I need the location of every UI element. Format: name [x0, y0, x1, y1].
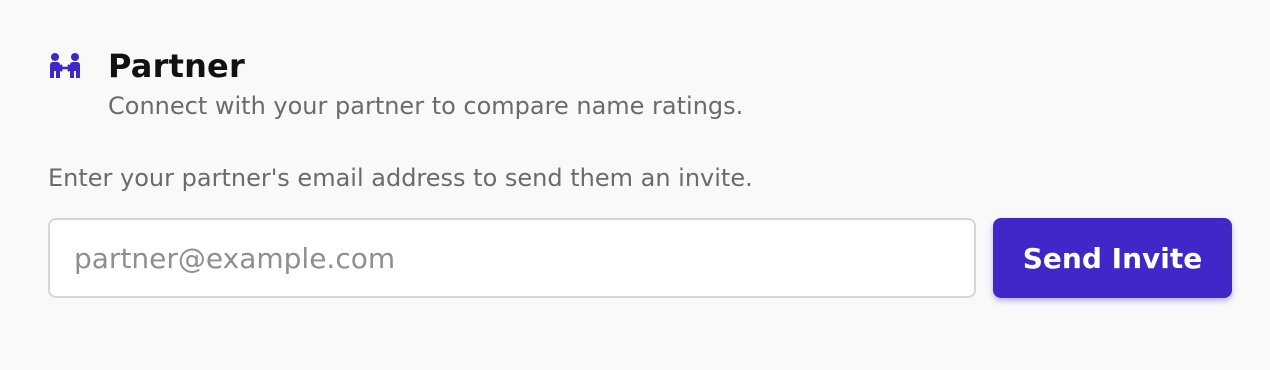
partner-subtitle: Connect with your partner to compare nam… — [108, 92, 744, 120]
send-invite-button[interactable]: Send Invite — [993, 218, 1232, 298]
partner-title: Partner — [108, 47, 245, 85]
partner-people-icon — [48, 51, 82, 81]
partner-header: Partner — [48, 44, 1232, 88]
partner-email-input[interactable] — [48, 218, 976, 298]
invite-form: Send Invite — [48, 218, 1232, 298]
partner-section: Partner Connect with your partner to com… — [48, 44, 1232, 298]
invite-instructions: Enter your partner's email address to se… — [48, 164, 753, 192]
